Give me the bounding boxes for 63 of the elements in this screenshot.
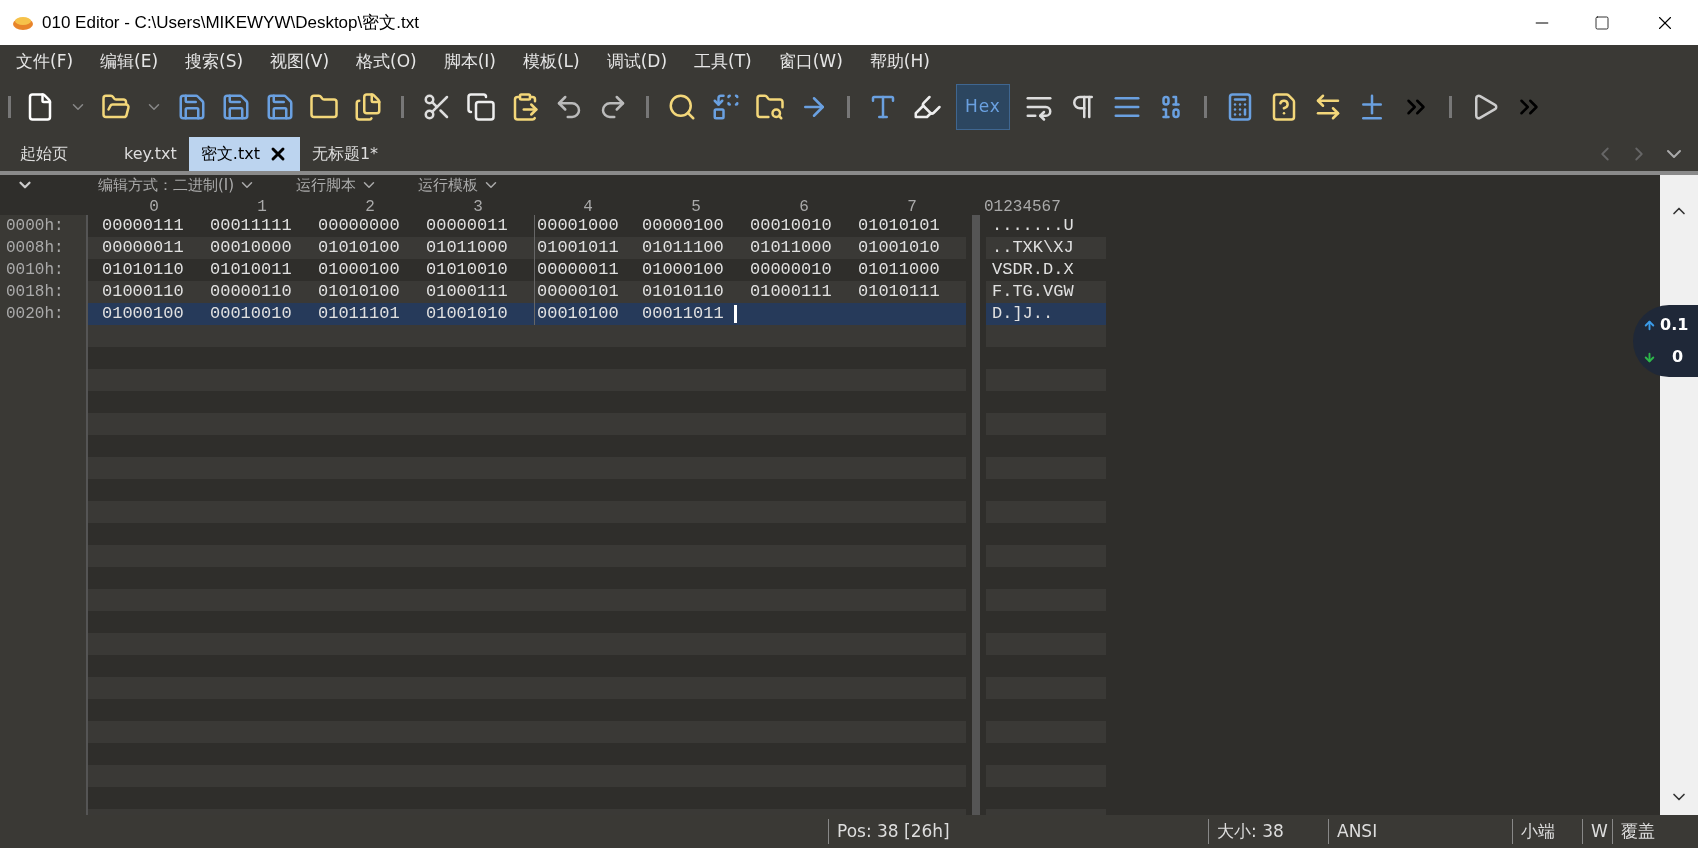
- menu-item[interactable]: 格式(O): [356, 48, 417, 75]
- maximize-icon[interactable]: [1594, 14, 1610, 31]
- column-index: 2: [364, 197, 376, 215]
- byte-cell[interactable]: 00000101: [537, 279, 619, 305]
- window-title: 010 Editor - C:\Users\MIKEWYW\Desktop\密文.txt: [42, 11, 419, 34]
- row-address: 0000h:: [6, 216, 65, 237]
- text-row: ..TXK\XJ: [986, 237, 1106, 259]
- tab-label: 密文.txt: [200, 143, 260, 165]
- menu-item[interactable]: 脚本(I): [443, 48, 496, 75]
- menu-item[interactable]: 文件(F): [16, 48, 74, 75]
- status-field: W: [1582, 818, 1612, 845]
- row-address: 0010h:: [6, 260, 65, 281]
- status-field: Pos: 38 [26h]: [828, 818, 988, 845]
- menu-item[interactable]: 帮助(H): [869, 48, 930, 75]
- byte-cell[interactable]: 00001000: [537, 215, 619, 239]
- upload-arrow-icon: [1643, 318, 1656, 332]
- row-address: 0018h:: [6, 282, 65, 303]
- editor-option-dropdown[interactable]: 运行脚本: [296, 173, 379, 197]
- copy-icon[interactable]: [466, 91, 496, 122]
- column-index: 3: [472, 197, 484, 215]
- file-tab[interactable]: 无标题1*: [299, 137, 391, 171]
- menu-item[interactable]: 工具(T): [694, 48, 752, 75]
- status-field: 小端: [1512, 818, 1582, 845]
- menu-item[interactable]: 窗口(W): [778, 48, 843, 75]
- editor-option-dropdown[interactable]: 编辑方式：二进制(I): [98, 173, 257, 197]
- files-icon[interactable]: [353, 91, 383, 122]
- row-address: 0008h:: [6, 238, 65, 259]
- column-index: 6: [798, 197, 810, 215]
- text-row: D.]J..: [986, 303, 1106, 325]
- column-index: 1: [256, 197, 268, 215]
- text-row-text: .......U: [991, 215, 1075, 237]
- menu-item[interactable]: 模板(L): [522, 48, 580, 75]
- file-tab[interactable]: 密文.txt: [188, 137, 300, 171]
- download-speed: 0: [1672, 346, 1684, 368]
- column-index: 4: [582, 197, 594, 215]
- column-index: 5: [690, 197, 702, 215]
- text-row-text: VSDR.D.X: [991, 259, 1075, 281]
- byte-cell[interactable]: 00000011: [537, 257, 619, 283]
- vertical-scrollbar[interactable]: [1660, 175, 1698, 815]
- byte-cell[interactable]: 00010100: [537, 301, 619, 327]
- status-field: 覆盖: [1612, 818, 1662, 845]
- column-index: 0: [148, 197, 160, 215]
- status-field: ANSI: [1328, 818, 1438, 845]
- text-row: F.TG.VGW: [986, 281, 1106, 303]
- menu-item[interactable]: 视图(V): [270, 48, 330, 75]
- file-tab[interactable]: key.txt: [112, 137, 189, 171]
- upload-speed: 0.1: [1660, 314, 1689, 336]
- row-address: 0020h:: [6, 304, 65, 325]
- menu-item[interactable]: 编辑(E): [100, 48, 159, 75]
- column-index: 7: [906, 197, 918, 215]
- menu-item[interactable]: 调试(D): [606, 48, 668, 75]
- download-arrow-icon: [1643, 350, 1656, 364]
- menu-item[interactable]: 搜索(S): [185, 48, 244, 75]
- tab-label: 起始页: [20, 143, 68, 165]
- status-field: 大小: 38: [1208, 818, 1328, 845]
- tab-label: 无标题1*: [311, 143, 379, 165]
- text-cursor: [734, 305, 737, 323]
- hex-toggle-button[interactable]: Hex: [956, 83, 1010, 130]
- editor-option-dropdown[interactable]: 运行模板: [418, 173, 501, 197]
- byte-cell[interactable]: 01001011: [537, 235, 619, 261]
- file-tab[interactable]: 起始页: [8, 137, 80, 171]
- tab-label: key.txt: [124, 143, 177, 165]
- text-column-index: 01234567: [984, 197, 1061, 215]
